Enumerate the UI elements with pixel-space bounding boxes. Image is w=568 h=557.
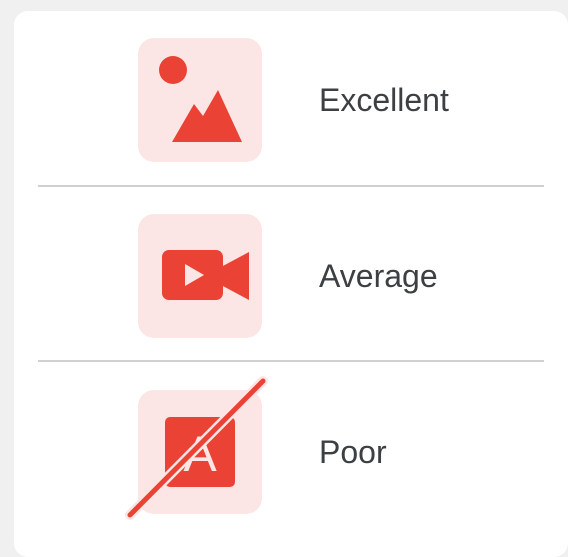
video-camera-icon-tile <box>138 214 262 338</box>
video-camera-icon <box>162 250 249 300</box>
list-item-excellent: Excellent <box>14 38 568 162</box>
text-off-icon-tile: A <box>138 390 262 514</box>
image-icon <box>159 56 242 142</box>
quality-label-excellent: Excellent <box>319 82 449 118</box>
quality-label-poor: Poor <box>319 434 387 470</box>
divider <box>38 360 544 362</box>
quality-card: Excellent Average A Poor <box>14 11 568 557</box>
list-item-average: Average <box>14 214 568 338</box>
quality-label-average: Average <box>319 258 438 294</box>
text-off-icon: A <box>165 417 235 487</box>
divider <box>38 185 544 187</box>
text-glyph: A <box>183 426 217 482</box>
list-item-poor: A Poor <box>14 390 568 514</box>
image-icon-tile <box>138 38 262 162</box>
